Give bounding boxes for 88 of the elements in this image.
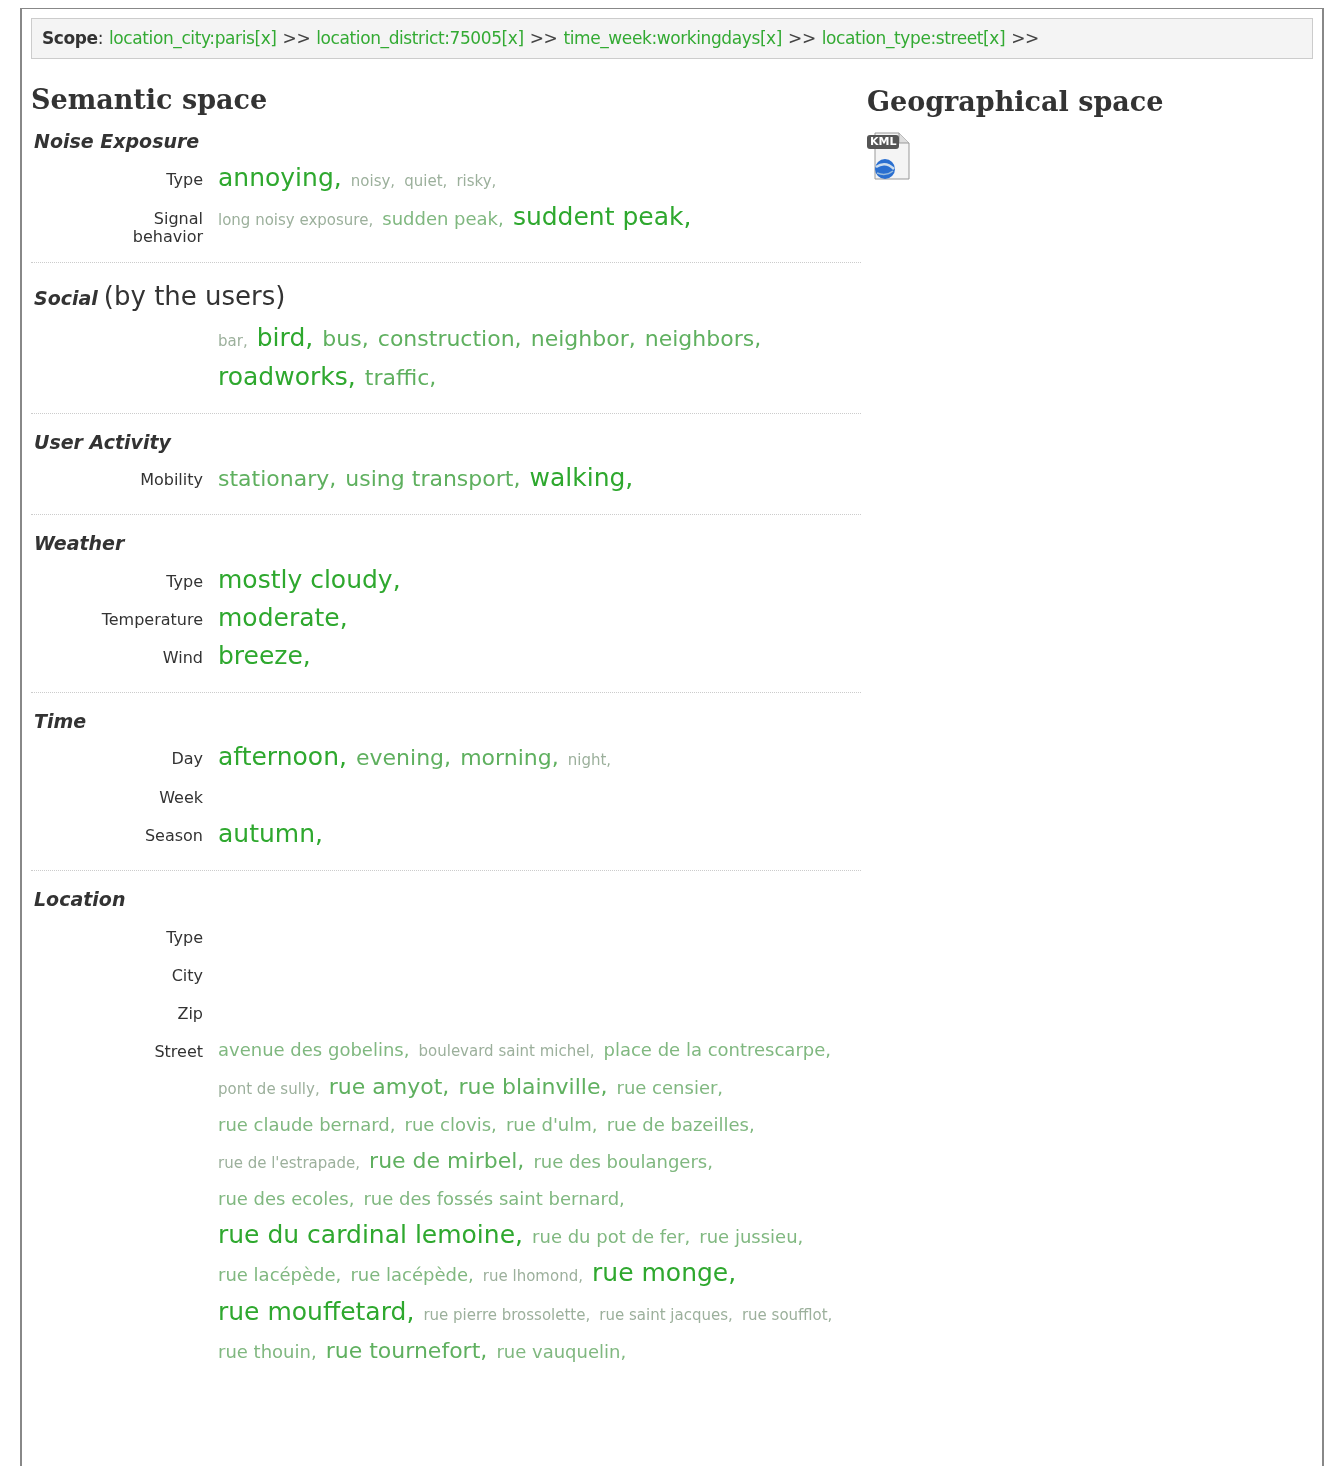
tag-link[interactable]: rue jussieu,	[699, 1225, 804, 1247]
facet-label: Wind	[162, 648, 203, 669]
tag-link[interactable]: rue soufflot,	[741, 1305, 833, 1324]
tag-link[interactable]: annoying,	[218, 162, 342, 192]
facet-label: City	[171, 966, 203, 987]
tag-link[interactable]: rue vauquelin,	[496, 1340, 627, 1362]
tag-link[interactable]: construction,	[377, 325, 522, 351]
tag-link[interactable]: roadworks,	[218, 361, 356, 391]
tag-link[interactable]: pont de sully,	[218, 1079, 320, 1098]
tag-link[interactable]: rue mouffetard,	[218, 1296, 415, 1326]
scope-filter-link[interactable]: location_type:street[x]	[821, 25, 1006, 52]
tag-link[interactable]: rue blainville,	[458, 1073, 608, 1099]
tag-link[interactable]: rue amyot,	[328, 1073, 450, 1099]
breadcrumb-separator: >>	[529, 26, 558, 50]
tag-link[interactable]: risky,	[456, 171, 497, 190]
tag-link[interactable]: rue claude bernard,	[218, 1113, 396, 1135]
facet-label: Type	[166, 572, 203, 593]
scope-colon: :	[97, 26, 104, 50]
category-heading: Weather	[34, 531, 125, 556]
tag-link[interactable]: rue thouin,	[218, 1340, 317, 1362]
facet-label: Week	[159, 789, 203, 809]
scope-filter-link[interactable]: location_district:75005[x]	[316, 25, 524, 52]
facet-label: Day	[171, 750, 203, 770]
tag-link[interactable]: rue lacépède,	[218, 1263, 342, 1285]
tag-link[interactable]: rue de bazeilles,	[606, 1113, 755, 1135]
tag-link[interactable]: neighbor,	[530, 325, 636, 351]
tag-link[interactable]: rue de mirbel,	[369, 1147, 525, 1173]
category-heading: User Activity	[34, 429, 171, 455]
tag-link[interactable]: rue lacépède,	[350, 1263, 474, 1285]
facet-label: Zip	[177, 1004, 203, 1025]
tag-link[interactable]: morning,	[460, 745, 559, 770]
tag-link[interactable]: suddent peak,	[512, 201, 692, 231]
category-heading: Time	[34, 708, 87, 734]
tag-link[interactable]: boulevard saint michel,	[418, 1041, 595, 1060]
tag-link[interactable]: moderate,	[218, 602, 348, 632]
tag-link[interactable]: night,	[567, 751, 612, 769]
tag-link[interactable]: neighbors,	[644, 325, 762, 351]
tag-link[interactable]: stationary,	[218, 466, 337, 491]
tag-link[interactable]: using transport,	[345, 466, 521, 491]
facet-label: Type	[166, 928, 203, 949]
category-heading: Noise Exposure	[34, 129, 200, 154]
breadcrumb-separator: >>	[282, 26, 311, 50]
tag-link[interactable]: quiet,	[404, 171, 448, 190]
tag-link[interactable]: rue lhomond,	[482, 1266, 583, 1285]
tag-link[interactable]: long noisy exposure,	[218, 210, 374, 229]
section-heading: Semantic space	[31, 83, 269, 117]
tag-link[interactable]: bar,	[218, 331, 248, 350]
breadcrumb-separator: >>	[788, 26, 816, 50]
facet-label: Type	[166, 170, 203, 191]
breadcrumb-separator: >>	[1011, 26, 1039, 50]
tag-link[interactable]: evening,	[356, 745, 452, 770]
category-subtitle: (by the users)	[103, 279, 286, 313]
category-heading: Social	[34, 285, 98, 311]
tag-link[interactable]: rue du pot de fer,	[532, 1225, 691, 1247]
tag-link[interactable]: rue saint jacques,	[599, 1305, 733, 1324]
tag-link[interactable]: rue monge,	[592, 1257, 737, 1287]
tag-link[interactable]: autumn,	[218, 819, 323, 848]
tag-link[interactable]: rue censier,	[616, 1076, 724, 1098]
tag-link[interactable]: bird,	[256, 322, 314, 352]
tag-link[interactable]: rue de l'estrapade,	[218, 1153, 360, 1172]
tag-link[interactable]: traffic,	[364, 364, 437, 390]
category-heading: Location	[34, 887, 126, 912]
section-heading: Geographical space	[867, 85, 1164, 119]
tag-link[interactable]: rue pierre brossolette,	[423, 1305, 591, 1324]
facet-label: Mobility	[140, 471, 203, 491]
facet-label: Street	[154, 1042, 203, 1063]
facet-label: Signal behavior	[131, 209, 203, 246]
tag-link[interactable]: rue du cardinal lemoine,	[218, 1219, 523, 1249]
facet-label: Season	[144, 827, 203, 847]
tag-link[interactable]: bus,	[322, 325, 369, 351]
tag-link[interactable]: walking,	[529, 463, 634, 492]
tag-link[interactable]: rue des boulangers,	[533, 1150, 713, 1172]
tag-link[interactable]: rue d'ulm,	[505, 1113, 598, 1135]
tag-link[interactable]: rue des ecoles,	[218, 1187, 355, 1209]
facet-label: Temperature	[101, 610, 203, 631]
scope-filter-link[interactable]: location_city:paris[x]	[109, 25, 277, 52]
tag-link[interactable]: avenue des gobelins,	[218, 1038, 410, 1060]
tag-link[interactable]: place de la contrescarpe,	[603, 1038, 832, 1060]
tag-link[interactable]: mostly cloudy,	[218, 564, 401, 594]
tag-link[interactable]: noisy,	[350, 171, 396, 190]
tag-link[interactable]: breeze,	[218, 640, 311, 670]
tag-link[interactable]: sudden peak,	[382, 207, 504, 229]
tag-link[interactable]: rue tournefort,	[325, 1337, 488, 1363]
tag-link[interactable]: rue des fossés saint bernard,	[363, 1187, 625, 1209]
scope-filter-link[interactable]: time_week:workingdays[x]	[563, 25, 783, 52]
tag-link[interactable]: rue clovis,	[404, 1113, 497, 1135]
tag-link[interactable]: afternoon,	[218, 742, 347, 771]
scope-label: Scope	[42, 26, 98, 50]
